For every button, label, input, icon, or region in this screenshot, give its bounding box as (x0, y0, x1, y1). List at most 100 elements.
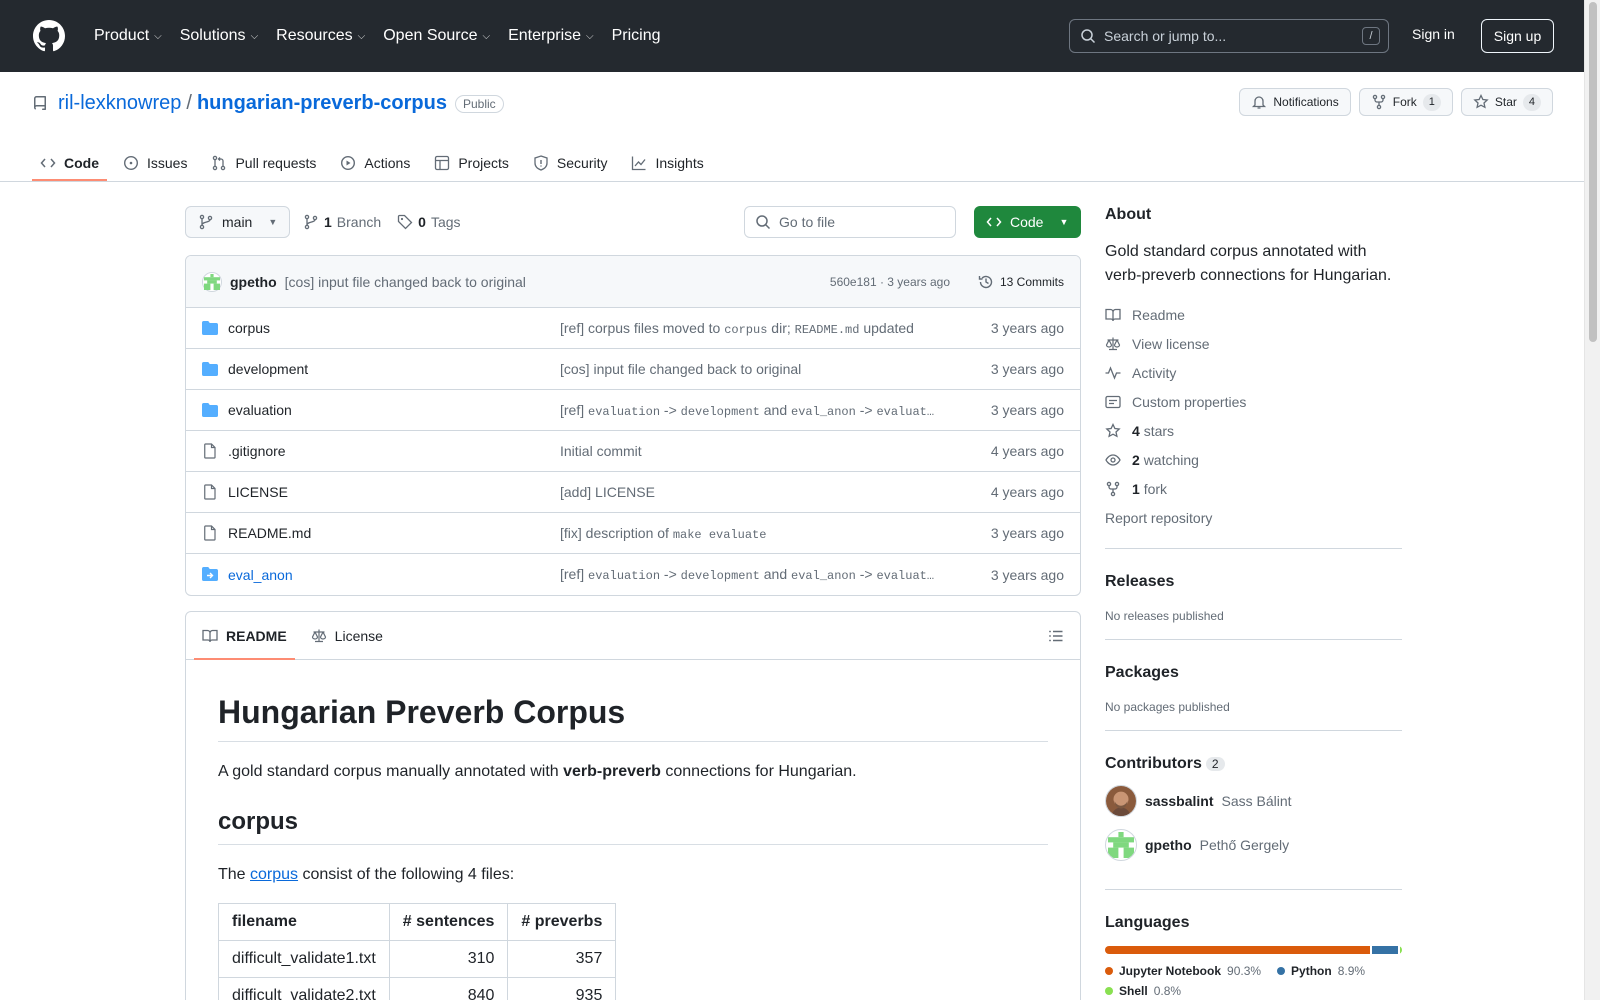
sign-up-button[interactable]: Sign up (1481, 19, 1554, 53)
go-to-file-input[interactable]: Go to file (744, 206, 956, 238)
nav-pricing[interactable]: Pricing (604, 18, 671, 54)
tab-readme[interactable]: README (194, 612, 295, 660)
notifications-button[interactable]: Notifications (1239, 88, 1351, 116)
file-commit-message[interactable]: [add] LICENSE (560, 484, 655, 500)
custom-properties-link[interactable]: Custom properties (1105, 387, 1402, 416)
corpus-link[interactable]: corpus (250, 866, 298, 883)
readme-panel: README License Hungarian Preverb Corpus … (185, 611, 1081, 1000)
tab-security[interactable]: Security (525, 144, 616, 182)
table-of-contents-icon[interactable] (1048, 628, 1064, 647)
file-name-link[interactable]: .gitignore (228, 443, 286, 459)
file-name-link[interactable]: corpus (228, 320, 270, 336)
stars-link[interactable]: 4 stars (1105, 416, 1402, 445)
contributors-heading[interactable]: Contributors 2 (1105, 755, 1402, 773)
file-commit-message[interactable]: [ref] evaluation -> development and eval… (560, 402, 934, 419)
github-logo-icon[interactable] (32, 19, 66, 53)
language-item[interactable]: Shell 0.8% (1105, 984, 1181, 998)
commits-history-link[interactable]: 13 Commits (978, 274, 1064, 290)
branches-link[interactable]: 1 Branch (303, 214, 381, 230)
file-row[interactable]: eval_anon [ref] evaluation -> development… (186, 554, 1080, 595)
language-item[interactable]: Python 8.9% (1277, 964, 1365, 978)
commit-hash-time[interactable]: 560e181 · 3 years ago (830, 275, 950, 289)
repo-header: ril-lexknowrep / hungarian-preverb-corpu… (0, 72, 1584, 182)
readme-intro: A gold standard corpus manually annotate… (218, 760, 1048, 784)
file-commit-message[interactable]: [ref] corpus files moved to corpus dir; … (560, 320, 914, 337)
contributor-item[interactable]: sassbalint Sass Bálint (1105, 785, 1402, 817)
file-commit-message[interactable]: [ref] evaluation -> development and eval… (560, 566, 934, 583)
fork-button[interactable]: Fork 1 (1358, 88, 1453, 116)
para-text: The (218, 866, 251, 883)
tags-link[interactable]: 0 Tags (397, 214, 461, 230)
forks-word: fork (1143, 480, 1168, 497)
commit-message-link[interactable]: [cos] input file changed back to origina… (285, 274, 526, 290)
nav-enterprise[interactable]: Enterprise ⌵ (500, 18, 604, 54)
tab-projects[interactable]: Projects (426, 144, 517, 182)
commit-author-link[interactable]: gpetho (230, 274, 277, 290)
file-row[interactable]: .gitignore Initial commit 4 years ago (186, 431, 1080, 472)
tab-issues[interactable]: Issues (115, 144, 195, 182)
tab-pull-requests[interactable]: Pull requests (203, 144, 324, 182)
language-bar-segment (1105, 946, 1370, 954)
releases-heading[interactable]: Releases (1105, 573, 1402, 591)
file-commit-message[interactable]: [cos] input file changed back to origina… (560, 361, 801, 377)
license-link[interactable]: View license (1105, 329, 1402, 358)
file-row[interactable]: evaluation [ref] evaluation -> developmen… (186, 390, 1080, 431)
file-commit-time: 3 years ago (990, 402, 1064, 418)
language-bar-segment (1399, 946, 1402, 954)
packages-empty-text: No packages published (1105, 700, 1230, 714)
avatar[interactable] (1105, 829, 1137, 861)
tab-code[interactable]: Code (32, 144, 107, 182)
activity-link[interactable]: Activity (1105, 358, 1402, 387)
nav-label: Solutions (179, 27, 246, 44)
scrollbar-thumb[interactable] (1589, 2, 1597, 342)
readme-link[interactable]: Readme (1105, 300, 1402, 329)
tab-insights[interactable]: Insights (623, 144, 711, 182)
tab-license[interactable]: License (303, 612, 391, 660)
code-dropdown-button[interactable]: Code ▼ (974, 206, 1081, 238)
page-scrollbar[interactable] (1584, 0, 1600, 1000)
nav-product[interactable]: Product ⌵ (86, 18, 172, 54)
language-bar (1105, 946, 1402, 954)
file-commit-time: 4 years ago (990, 443, 1064, 459)
packages-heading[interactable]: Packages (1105, 664, 1402, 682)
file-row[interactable]: corpus [ref] corpus files moved to corpus… (186, 308, 1080, 349)
avatar[interactable] (202, 271, 222, 292)
commit-message-part: evaluat… (876, 404, 935, 419)
report-repository-link[interactable]: Report repository (1105, 503, 1402, 532)
nav-resources[interactable]: Resources ⌵ (268, 18, 375, 54)
file-row[interactable]: development [cos] input file changed back… (186, 349, 1080, 390)
watchers-link[interactable]: 2 watching (1105, 445, 1402, 474)
repo-owner-link[interactable]: ril-lexknowrep (58, 92, 181, 115)
branch-select-button[interactable]: main ▼ (185, 206, 291, 238)
table-cell: 935 (507, 977, 617, 1000)
commit-message-part: [cos] input file changed back to origina… (560, 361, 802, 377)
repo-name-link[interactable]: hungarian-preverb-corpus (197, 92, 447, 115)
file-row[interactable]: README.md [fix] description of make evalu… (186, 513, 1080, 554)
file-name-link[interactable]: README.md (228, 525, 311, 541)
file-row[interactable]: LICENSE [add] LICENSE 4 years ago (186, 472, 1080, 513)
contributors-count: 2 (1205, 757, 1225, 771)
sign-in-link[interactable]: Sign in (1412, 26, 1455, 42)
file-name-link[interactable]: evaluation (228, 402, 292, 418)
language-percent: 90.3% (1227, 964, 1262, 978)
file-commit-message[interactable]: Initial commit (560, 443, 642, 459)
file-name-link[interactable]: LICENSE (228, 484, 288, 500)
folder-icon (202, 403, 218, 417)
contributor-item[interactable]: gpetho Pethő Gergely (1105, 829, 1402, 861)
avatar[interactable] (1105, 785, 1137, 817)
tab-actions[interactable]: Actions (332, 144, 418, 182)
search-input[interactable]: Search or jump to... / (1069, 19, 1389, 53)
file-name-link[interactable]: development (228, 361, 308, 377)
repo-icon (33, 95, 46, 110)
tag-count: 0 (418, 214, 426, 230)
table-cell: difficult_validate2.txt (218, 977, 390, 1000)
forks-link[interactable]: 1 fork (1105, 474, 1402, 503)
file-commit-message[interactable]: [fix] description of make evaluate (560, 525, 766, 542)
commit-message-part: -> (660, 566, 681, 582)
file-name-link[interactable]: eval_anon (228, 567, 293, 583)
language-item[interactable]: Jupyter Notebook 90.3% (1105, 964, 1261, 978)
nav-open-source[interactable]: Open Source ⌵ (375, 18, 500, 54)
nav-solutions[interactable]: Solutions ⌵ (172, 18, 268, 54)
language-bar-segment (1371, 946, 1398, 954)
star-button[interactable]: Star 4 (1460, 88, 1553, 116)
